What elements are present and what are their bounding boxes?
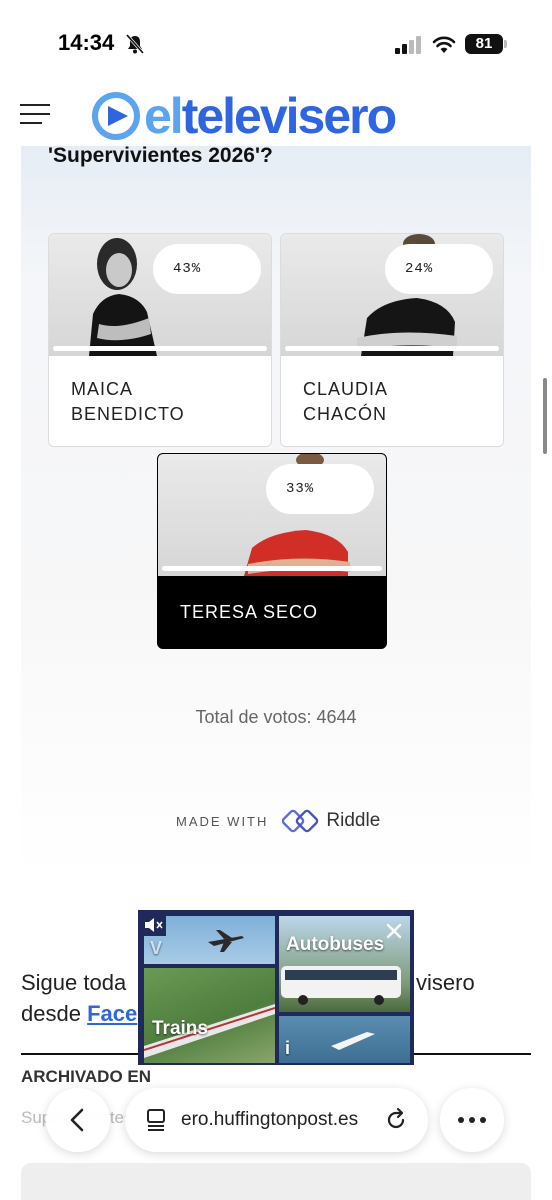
archived-label: ARCHIVADO EN: [21, 1067, 152, 1086]
url-text: ero.huffingtonpost.es: [181, 1109, 359, 1130]
ferry-icon: [331, 1032, 375, 1050]
browser-toolbar: ero.huffingtonpost.es: [0, 1088, 552, 1154]
logo-text: eltelevisero: [144, 88, 397, 144]
ad-word-trains: Trains: [152, 1018, 208, 1039]
option-label-line2: BENEDICTO: [71, 404, 185, 424]
train-icon: [144, 1004, 275, 1058]
logo-prefix: el: [144, 88, 184, 144]
percent-pill: 43%: [153, 244, 261, 294]
ad-letter-v: V: [150, 938, 163, 958]
chevron-left-icon: [70, 1108, 84, 1132]
facebook-link[interactable]: Face: [87, 1001, 137, 1026]
more-options-button[interactable]: [440, 1088, 504, 1152]
percent-pill: 33%: [266, 464, 374, 514]
battery-icon: 81: [465, 34, 503, 54]
ellipsis-icon: [458, 1117, 486, 1123]
site-logo[interactable]: eltelevisero: [90, 88, 397, 144]
riddle-brand: Riddle: [326, 810, 381, 831]
total-votes: Total de votos: 4644: [195, 707, 357, 727]
battery-cap: [504, 40, 507, 48]
progress-track: [162, 566, 382, 571]
video-ad[interactable]: V i Autobuses Trains: [138, 910, 414, 1065]
option-label-line1: CLAUDIA: [303, 379, 389, 399]
play-logo-icon: [90, 92, 144, 140]
poll-option-teresa-seco[interactable]: 33% TERESA SECO: [157, 453, 387, 649]
site-header: eltelevisero: [0, 88, 552, 146]
page: 14:34 81 eltelevisero 'Supervivientes 20…: [0, 0, 552, 1200]
option-label-line1: MAICA: [71, 379, 134, 399]
follow-text-end: visero: [416, 970, 475, 995]
option-label: TERESA SECO: [180, 602, 319, 622]
logo-main: televisero: [181, 88, 397, 144]
made-with-riddle[interactable]: MADE WITH Riddle: [176, 808, 380, 834]
percent-pill: 24%: [385, 244, 493, 294]
mute-icon[interactable]: [142, 914, 166, 936]
reload-icon[interactable]: [383, 1107, 409, 1138]
address-bar[interactable]: ero.huffingtonpost.es: [125, 1088, 428, 1152]
back-button[interactable]: [46, 1088, 110, 1152]
cell-signal-icon: [395, 36, 423, 59]
progress-track: [285, 346, 499, 351]
poll-option-claudia-chacon[interactable]: 24% CLAUDIA CHACÓN: [280, 233, 504, 447]
option-label-line2: CHACÓN: [303, 404, 388, 424]
next-article-card[interactable]: [21, 1163, 531, 1200]
ad-tile-ferry: i: [279, 1016, 410, 1063]
ad-tile-train: [144, 968, 275, 1063]
ad-word-autobuses: Autobuses: [286, 934, 385, 955]
poll-option-maica-benedicto[interactable]: 43% MAICA BENEDICTO: [48, 233, 272, 447]
scrollbar[interactable]: [543, 378, 547, 454]
option-label: CLAUDIA CHACÓN: [303, 377, 388, 427]
menu-icon[interactable]: [20, 104, 50, 126]
option-label: MAICA BENEDICTO: [71, 377, 185, 427]
bell-muted-icon: [125, 34, 145, 59]
close-ad-icon[interactable]: [383, 920, 405, 942]
follow-text-start: Sigue toda: [21, 970, 127, 995]
progress-track: [53, 346, 267, 351]
riddle-logo-icon: [282, 809, 319, 833]
made-with-label: MADE WITH: [176, 813, 269, 829]
ad-letter-i: i: [285, 1038, 291, 1058]
status-bar: 14:34 81: [0, 0, 552, 88]
tabs-icon[interactable]: [145, 1108, 169, 1137]
wifi-icon: [432, 34, 456, 59]
poll-title: 'Supervivientes 2026'?: [48, 144, 273, 167]
status-time: 14:34: [58, 30, 115, 55]
follow-text-line2: desde: [21, 1001, 81, 1026]
